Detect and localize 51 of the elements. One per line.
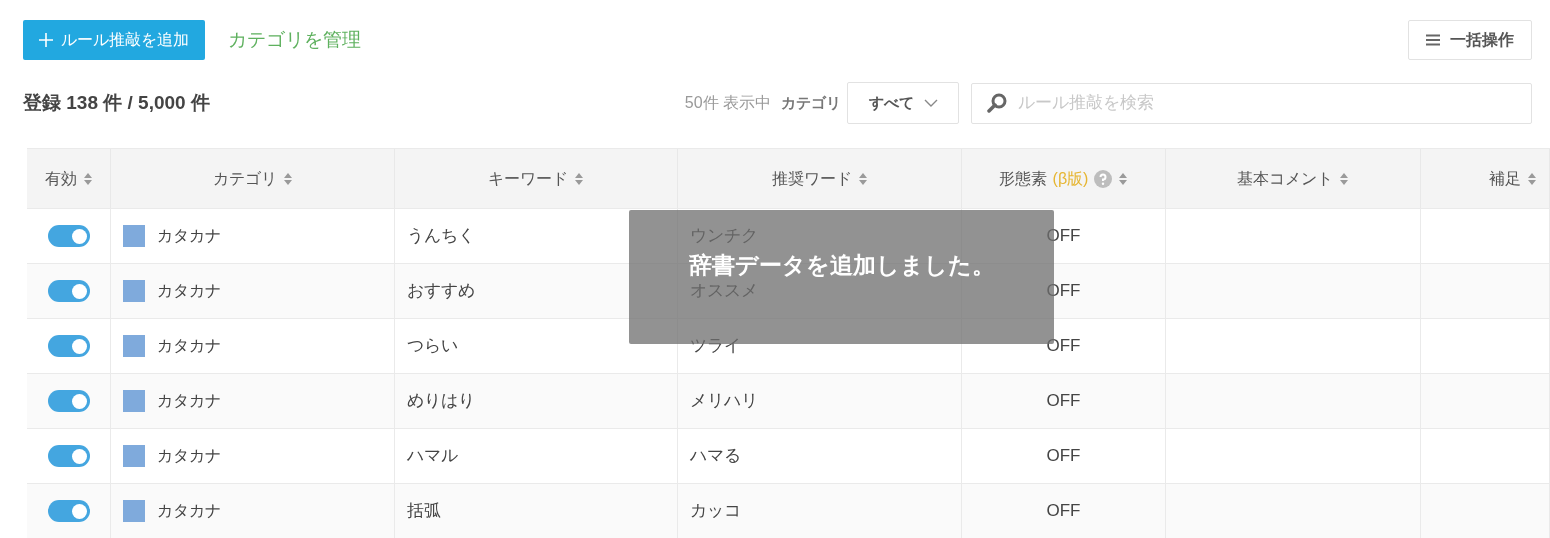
- sort-icon[interactable]: [82, 171, 93, 186]
- column-header: 基本コメント: [1237, 168, 1333, 189]
- table-cell-text: カタカナ: [157, 501, 221, 521]
- table-cell-text: 括弧: [407, 500, 441, 523]
- table-cell-text: ハマる: [690, 445, 741, 468]
- column-header: 補足: [1489, 168, 1521, 189]
- column-header: カテゴリ: [212, 168, 277, 189]
- table-cell-text: OFF: [1046, 500, 1081, 523]
- table-cell-text: OFF: [1046, 445, 1081, 468]
- table-cell-text: OFF: [1046, 335, 1081, 358]
- chevron-down-icon: [923, 99, 938, 107]
- table-cell-text: おすすめ: [407, 280, 475, 303]
- sort-icon[interactable]: [1339, 171, 1349, 186]
- beta-note: (β版): [1052, 168, 1089, 189]
- column-header: 有効: [44, 168, 77, 189]
- table-cell-text: つらい: [407, 335, 458, 358]
- sort-icon[interactable]: [1118, 171, 1129, 186]
- table-cell-text: カタカナ: [157, 391, 221, 411]
- toggle-switch[interactable]: [47, 280, 90, 302]
- table-cell-text: めりはり: [407, 390, 475, 413]
- search-icon: [987, 92, 1007, 113]
- table-cell-text: カッコ: [690, 500, 741, 523]
- toggle-switch[interactable]: [47, 500, 90, 522]
- toggle-switch[interactable]: [47, 390, 90, 412]
- table-cell-text: うんちく: [407, 225, 475, 248]
- category-label: カテゴリ: [781, 92, 841, 113]
- toggle-switch[interactable]: [47, 335, 90, 357]
- record-count: 登録 138 件 / 5,000 件: [23, 90, 210, 115]
- sort-icon[interactable]: [1527, 171, 1537, 186]
- table-cell-text: カタカナ: [157, 446, 221, 466]
- sort-icon[interactable]: [857, 171, 868, 186]
- toast-message: 辞書データを追加しました。: [688, 251, 995, 279]
- help-icon[interactable]: [1094, 169, 1113, 188]
- table-cell-text: カタカナ: [157, 336, 221, 356]
- showing-count: 50件 表示中: [684, 93, 771, 113]
- table-cell-text: カタカナ: [157, 281, 221, 301]
- category-dropdown[interactable]: すべて: [847, 82, 959, 124]
- sort-icon[interactable]: [282, 171, 293, 186]
- table-cell-text: ハマル: [407, 445, 458, 468]
- bulk-actions-button[interactable]: 一括操作: [1408, 20, 1532, 60]
- toggle-switch[interactable]: [47, 445, 90, 467]
- column-header: 推奨ワード: [771, 168, 852, 189]
- plus-icon: [39, 33, 53, 47]
- menu-icon: [1426, 34, 1440, 46]
- sort-icon[interactable]: [574, 171, 584, 186]
- table-cell-text: メリハリ: [690, 390, 758, 413]
- column-header: 形態素: [998, 168, 1047, 189]
- table-cell-text: OFF: [1046, 390, 1081, 413]
- table-cell-text: カタカナ: [157, 226, 221, 246]
- column-header: キーワード: [488, 168, 568, 189]
- toggle-switch[interactable]: [47, 225, 90, 247]
